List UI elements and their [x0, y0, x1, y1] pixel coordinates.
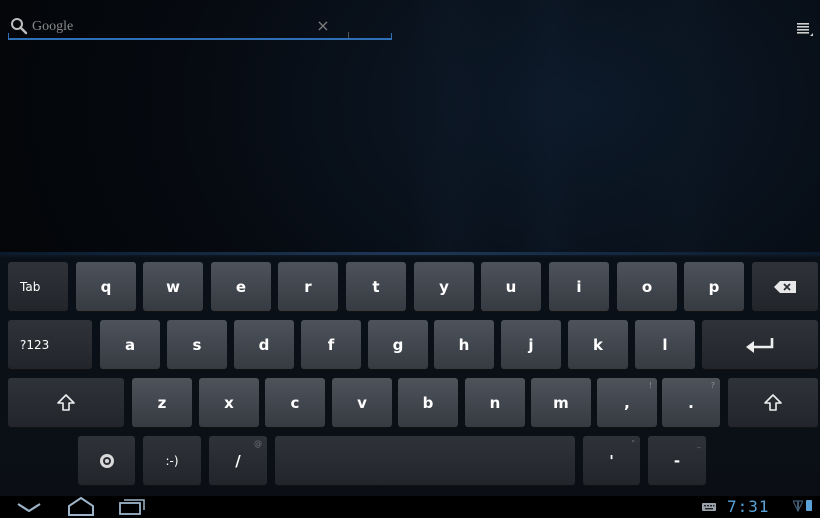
enter-key[interactable]: [702, 320, 818, 369]
key-h[interactable]: h: [434, 320, 494, 369]
key-q[interactable]: q: [76, 262, 136, 311]
key-d[interactable]: d: [234, 320, 294, 369]
key-hint: _: [697, 439, 701, 448]
apostrophe-key[interactable]: ' ": [583, 436, 640, 485]
search-underline: [8, 38, 392, 40]
key-z[interactable]: z: [132, 378, 192, 427]
key-label: -: [673, 451, 681, 470]
key-r[interactable]: r: [278, 262, 338, 311]
key-o[interactable]: o: [617, 262, 677, 311]
key-f[interactable]: f: [301, 320, 361, 369]
key-a[interactable]: a: [100, 320, 160, 369]
wallpaper-decoration: [410, 0, 490, 252]
dash-key[interactable]: - _: [648, 436, 706, 485]
key-label: /: [235, 451, 241, 470]
backspace-icon: [774, 280, 796, 293]
key-k[interactable]: k: [568, 320, 628, 369]
comma-key[interactable]: , !: [597, 378, 657, 427]
google-search-widget[interactable]: ×: [8, 14, 392, 40]
key-hint: @: [254, 439, 262, 448]
symbols-key[interactable]: ?123: [8, 320, 92, 369]
key-label: .: [688, 393, 694, 412]
search-input[interactable]: [32, 17, 302, 37]
recent-apps-icon[interactable]: [118, 498, 146, 516]
key-x[interactable]: x: [199, 378, 259, 427]
signal-icon: [793, 500, 803, 513]
key-hint: ": [631, 439, 635, 448]
key-i[interactable]: i: [549, 262, 609, 311]
key-v[interactable]: v: [332, 378, 392, 427]
key-j[interactable]: j: [501, 320, 561, 369]
tab-key[interactable]: Tab: [8, 262, 68, 311]
search-underline-tick: [8, 33, 9, 40]
battery-icon: [806, 500, 812, 511]
key-n[interactable]: n: [465, 378, 525, 427]
key-y[interactable]: y: [414, 262, 474, 311]
enter-icon: [746, 337, 774, 353]
system-bar: 7:31: [0, 496, 820, 518]
key-l[interactable]: l: [635, 320, 695, 369]
key-b[interactable]: b: [398, 378, 458, 427]
key-u[interactable]: u: [481, 262, 541, 311]
back-icon[interactable]: [16, 502, 42, 514]
soft-keyboard: Tab q w e r t y u i o p ?123 a s d f g h…: [0, 252, 820, 496]
key-g[interactable]: g: [368, 320, 428, 369]
key-hint: ?: [710, 381, 715, 390]
settings-key[interactable]: [78, 436, 135, 485]
settings-icon: [99, 453, 114, 468]
key-hint: !: [648, 381, 652, 390]
key-e[interactable]: e: [211, 262, 271, 311]
close-icon[interactable]: ×: [314, 16, 332, 36]
smiley-key[interactable]: :-): [143, 436, 201, 485]
delete-key[interactable]: [752, 262, 818, 311]
key-label: ': [609, 451, 614, 470]
wallpaper-decoration: [520, 0, 580, 252]
key-w[interactable]: w: [143, 262, 203, 311]
shift-key-right[interactable]: [728, 378, 818, 427]
key-m[interactable]: m: [531, 378, 591, 427]
keyboard-icon: [702, 503, 716, 511]
shift-key-left[interactable]: [8, 378, 124, 427]
slash-key[interactable]: / @: [209, 436, 267, 485]
key-c[interactable]: c: [265, 378, 325, 427]
space-bar[interactable]: [275, 436, 575, 485]
key-t[interactable]: t: [346, 262, 406, 311]
wallpaper-decoration: [640, 0, 730, 252]
key-p[interactable]: p: [684, 262, 744, 311]
period-key[interactable]: . ?: [662, 378, 720, 427]
search-underline-tick: [391, 33, 392, 40]
key-label: ,: [624, 393, 630, 412]
shift-icon: [57, 393, 75, 411]
shift-icon: [764, 393, 782, 411]
clock[interactable]: 7:31: [727, 497, 770, 516]
search-icon[interactable]: [10, 17, 28, 35]
key-s[interactable]: s: [167, 320, 227, 369]
menu-icon[interactable]: [795, 20, 813, 38]
home-icon[interactable]: [66, 496, 96, 516]
